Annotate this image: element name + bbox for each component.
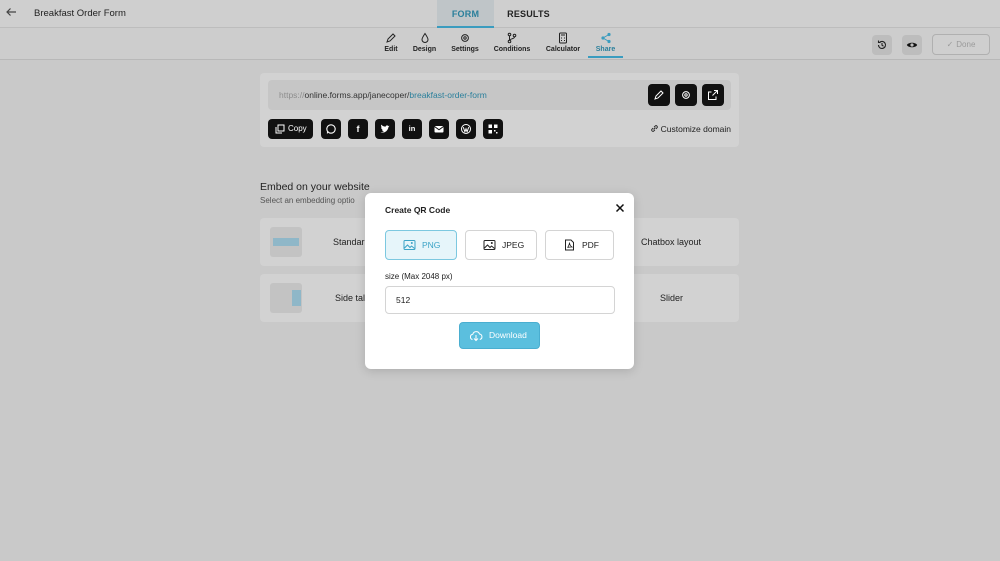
embed-option-label: Standar (333, 237, 365, 247)
format-jpeg-button[interactable]: JPEG (465, 230, 537, 260)
toolbar-conditions-label: Conditions (493, 46, 531, 53)
url-host: online.forms.app/janecoper/ (304, 90, 410, 100)
embed-title: Embed on your website (260, 181, 370, 193)
size-input[interactable]: 512 (385, 286, 615, 314)
tab-form[interactable]: FORM (437, 0, 494, 28)
link-icon (650, 125, 658, 132)
external-link-icon (708, 90, 718, 100)
linkedin-icon[interactable]: in (402, 119, 422, 139)
download-button[interactable]: Download (459, 322, 540, 349)
standard-thumbnail (270, 227, 302, 257)
top-bar: Breakfast Order Form FORM RESULTS (0, 0, 1000, 28)
edit-url-button[interactable] (648, 84, 670, 106)
form-title: Breakfast Order Form (34, 8, 126, 19)
history-icon (877, 40, 886, 49)
pencil-icon (386, 33, 396, 43)
toolbar-edit-label: Edit (384, 46, 398, 53)
history-button[interactable] (872, 35, 892, 55)
share-link-card: https://online.forms.app/janecoper/break… (260, 73, 739, 147)
toolbar-share[interactable]: Share (588, 32, 623, 58)
gear-icon (682, 91, 690, 99)
tab-results[interactable]: RESULTS (500, 0, 557, 28)
check-icon: ✓ (946, 40, 954, 49)
editor-toolbar: Edit Design Settings Conditions Calculat… (0, 28, 1000, 60)
email-icon[interactable] (429, 119, 449, 139)
embed-option-label: Side tal (335, 293, 366, 303)
toolbar-design[interactable]: Design (411, 32, 438, 58)
toolbar-calculator[interactable]: Calculator (545, 32, 581, 58)
preview-button[interactable] (902, 35, 922, 55)
copy-icon (275, 124, 285, 134)
back-arrow-icon[interactable] (4, 6, 18, 20)
close-icon[interactable] (614, 201, 626, 213)
image-icon (483, 240, 496, 250)
toolbar-calculator-label: Calculator (545, 46, 581, 53)
format-label: PDF (582, 240, 599, 250)
eye-icon (906, 42, 918, 48)
format-png-button[interactable]: PNG (385, 230, 457, 260)
format-label: JPEG (502, 240, 525, 250)
share-icon (600, 32, 611, 44)
toolbar-design-label: Design (412, 46, 437, 53)
pdf-file-icon (565, 239, 574, 251)
toolbar-settings-label: Settings (451, 46, 479, 53)
whatsapp-icon[interactable] (321, 119, 341, 139)
url-protocol: https:// (279, 90, 305, 100)
open-link-button[interactable] (702, 84, 724, 106)
pencil-icon (654, 90, 664, 100)
facebook-icon[interactable]: f (348, 119, 368, 139)
toolbar-settings[interactable]: Settings (450, 32, 480, 58)
embed-option-label: Chatbox layout (641, 237, 702, 247)
url-settings-button[interactable] (675, 84, 697, 106)
calculator-icon (559, 32, 567, 44)
image-icon (403, 240, 416, 250)
toolbar-conditions[interactable]: Conditions (493, 32, 531, 58)
embed-subtitle: Select an embedding optio (260, 196, 355, 205)
twitter-icon[interactable] (375, 119, 395, 139)
done-label: Done (956, 40, 976, 49)
toolbar-share-label: Share (595, 46, 616, 53)
dialog-title: Create QR Code (385, 205, 451, 215)
cloud-download-icon (469, 331, 483, 342)
qr-code-dialog: Create QR Code PNG JPEG PDF size (Max 20… (365, 193, 634, 369)
done-button[interactable]: ✓ Done (932, 34, 990, 55)
side-tab-thumbnail (270, 283, 302, 313)
wordpress-icon[interactable] (456, 119, 476, 139)
copy-label: Copy (288, 124, 307, 133)
format-pdf-button[interactable]: PDF (545, 230, 614, 260)
customize-domain-link[interactable]: Customize domain (650, 124, 731, 134)
size-label: size (Max 2048 px) (385, 272, 453, 281)
qr-code-icon[interactable] (483, 119, 503, 139)
form-url: https://online.forms.app/janecoper/break… (279, 90, 487, 100)
toolbar-edit[interactable]: Edit (380, 32, 402, 58)
branch-icon (507, 32, 517, 44)
download-label: Download (489, 330, 527, 340)
embed-option-label: Slider (660, 293, 684, 303)
droplet-icon (420, 32, 429, 43)
gear-icon (461, 34, 469, 42)
copy-button[interactable]: Copy (268, 119, 313, 139)
format-label: PNG (422, 240, 441, 250)
customize-domain-label: Customize domain (660, 124, 731, 134)
url-slug: breakfast-order-form (409, 90, 487, 100)
